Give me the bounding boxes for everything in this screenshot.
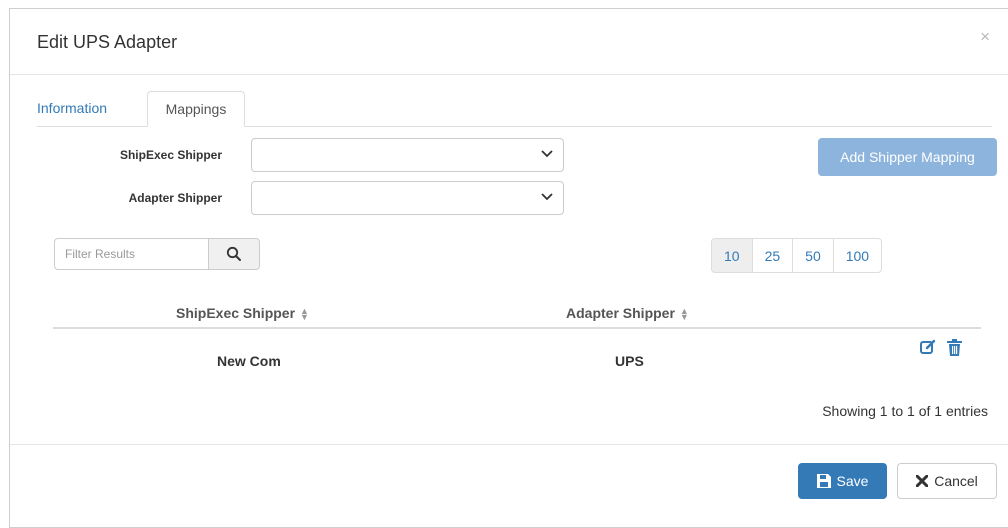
table-info: Showing 1 to 1 of 1 entries [822, 403, 988, 419]
adapter-shipper-select[interactable] [251, 181, 564, 215]
close-icon [916, 474, 929, 487]
tab-information[interactable]: Information [37, 91, 117, 126]
adapter-shipper-label: Adapter Shipper [128, 191, 222, 205]
add-shipper-mapping-button[interactable]: Add Shipper Mapping [818, 138, 997, 176]
footer-divider [10, 444, 1008, 445]
table-header-divider [53, 327, 981, 329]
cancel-button-label: Cancel [934, 473, 978, 489]
edit-adapter-dialog: Edit UPS Adapter × Information Mappings … [9, 8, 1008, 528]
save-button[interactable]: Save [798, 463, 887, 499]
shipexec-shipper-select[interactable] [251, 138, 564, 172]
page-size-25[interactable]: 25 [751, 238, 794, 273]
column-header-shipexec-shipper[interactable]: ShipExec Shipper ▲ ▼ [176, 305, 309, 323]
close-icon[interactable]: × [980, 27, 990, 47]
save-icon [816, 473, 831, 488]
filter-results-input[interactable] [54, 238, 209, 270]
chevron-down-icon [541, 193, 553, 201]
dialog-title: Edit UPS Adapter [37, 32, 178, 52]
column-header-adapter-shipper[interactable]: Adapter Shipper ▲ ▼ [566, 305, 689, 323]
dialog-header: Edit UPS Adapter × [10, 9, 1008, 75]
column-header-label: Adapter Shipper [566, 305, 675, 321]
save-button-label: Save [836, 473, 869, 489]
filter-group [54, 238, 260, 270]
page-size-50[interactable]: 50 [792, 238, 834, 273]
filter-search-button[interactable] [208, 238, 260, 270]
column-header-label: ShipExec Shipper [176, 305, 296, 321]
sort-icon: ▲ ▼ [679, 306, 689, 323]
page-size-100[interactable]: 100 [832, 238, 883, 273]
tab-mappings[interactable]: Mappings [147, 91, 245, 127]
trash-icon[interactable] [947, 339, 962, 356]
sort-icon: ▲ ▼ [300, 306, 309, 323]
cancel-button[interactable]: Cancel [897, 463, 997, 499]
search-icon [226, 246, 241, 261]
cell-adapter-shipper: UPS [615, 353, 644, 369]
cell-shipexec-shipper: New Com [217, 353, 281, 369]
page-size-selector: 10 25 50 100 [711, 238, 883, 273]
shipexec-shipper-label: ShipExec Shipper [119, 148, 222, 162]
tab-bar: Information Mappings [37, 91, 992, 127]
chevron-down-icon [541, 150, 553, 158]
page-size-10[interactable]: 10 [711, 238, 753, 273]
edit-icon[interactable] [920, 339, 936, 355]
